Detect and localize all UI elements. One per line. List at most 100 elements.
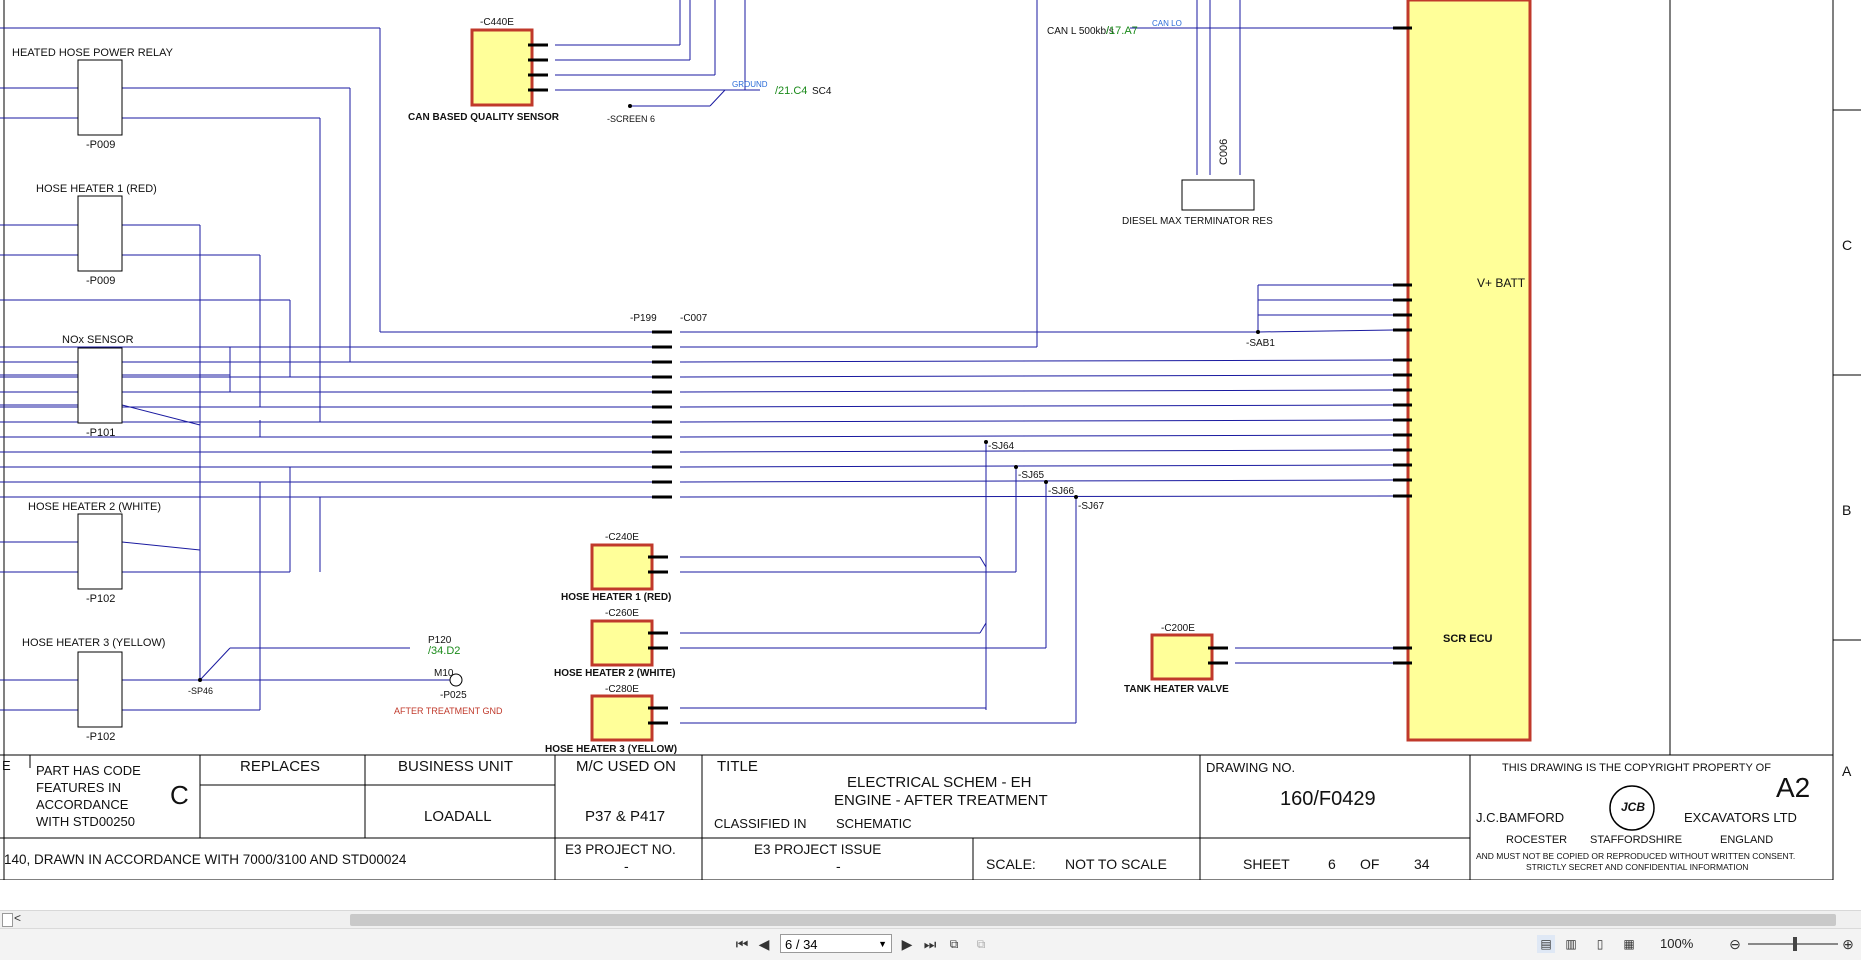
scroll-left-arrow[interactable]: < <box>14 911 21 925</box>
ground-ref-label: /21.C4 <box>775 85 807 97</box>
can-lo-label: CAN LO <box>1152 19 1182 28</box>
tb-company-right: EXCAVATORS LTD <box>1684 810 1797 825</box>
after-treatment-gnd-label: AFTER TREATMENT GND <box>394 706 503 716</box>
c006-label: C006 <box>1218 139 1230 165</box>
last-page-icon[interactable]: ⏭ <box>921 935 939 953</box>
viewer-toolbar: ⏮ ◀ 6 / 34 ▼ ▶ ⏭ ⧉ ⧉ ▤ ▥ ▯ ▦ 100% ⊖ ⊕ <box>0 928 1861 960</box>
ground-label: GROUND <box>732 80 768 89</box>
sab1-label: -SAB1 <box>1246 338 1275 349</box>
zoom-out-icon[interactable]: ⊖ <box>1726 935 1744 953</box>
relay-symbols <box>77 59 123 728</box>
tb-location-3: ENGLAND <box>1720 834 1774 846</box>
tb-scale-value: NOT TO SCALE <box>1065 856 1167 872</box>
tb-classified-label: CLASSIFIED IN <box>714 816 807 831</box>
tb-frag-e: E <box>2 758 11 773</box>
tb-part-code-3: ACCORDANCE <box>36 797 129 812</box>
tb-notice-1: AND MUST NOT BE COPIED OR REPRODUCED WIT… <box>1476 851 1796 861</box>
prev-page-icon[interactable]: ◀ <box>755 935 773 953</box>
screen6-label: -SCREEN 6 <box>607 114 655 124</box>
tb-part-code-4: WITH STD00250 <box>36 814 135 829</box>
can-sensor-block <box>470 28 534 107</box>
tb-e3-project-issue-value: - <box>836 858 841 874</box>
rotate-view-icon[interactable]: ⧉ <box>945 935 963 953</box>
tb-drawing-no-label: DRAWING NO. <box>1206 760 1296 775</box>
tank-heater-valve-label: TANK HEATER VALVE <box>1124 684 1229 695</box>
zoom-in-icon[interactable]: ⊕ <box>1839 935 1857 953</box>
tb-classified-value: SCHEMATIC <box>836 816 912 831</box>
single-page-icon[interactable]: ▤ <box>1537 935 1555 953</box>
bus-connector-pins <box>652 330 672 499</box>
relay-p101-label: -P101 <box>86 427 115 439</box>
tb-mc-used-on-label: M/C USED ON <box>576 758 677 775</box>
sc4-label: SC4 <box>812 86 832 97</box>
sp46-label: -SP46 <box>188 686 213 696</box>
tb-sheet-value: 6 <box>1328 856 1336 872</box>
tb-notice-2: STRICTLY SECRET AND CONFIDENTIAL INFORMA… <box>1526 862 1749 872</box>
tb-location-2: STAFFORDSHIRE <box>1590 834 1683 846</box>
tb-business-unit-value: LOADALL <box>424 808 492 825</box>
diesel-max-label: DIESEL MAX TERMINATOR RES <box>1122 216 1273 227</box>
tb-logo-text: JCB <box>1621 800 1646 814</box>
two-page-icon[interactable]: ▯ <box>1591 935 1609 953</box>
tb-e3-project-no-label: E3 PROJECT NO. <box>565 842 676 857</box>
p120-ref: /34.D2 <box>428 645 460 657</box>
zoom-level[interactable]: 100% <box>1660 936 1693 951</box>
tb-title-line1: ELECTRICAL SCHEM - EH <box>847 774 1032 791</box>
page-dropdown-icon[interactable]: ▼ <box>878 935 887 954</box>
hose-heater-connector-pins <box>648 555 1228 725</box>
tb-mc-value: P37 & P417 <box>585 808 666 825</box>
hh1-red-label: HOSE HEATER 1 (RED) <box>561 592 671 603</box>
junction-dots <box>198 104 1260 682</box>
tb-replaces-label: REPLACES <box>240 758 321 775</box>
c007-label: -C007 <box>680 313 708 324</box>
continuous-icon[interactable]: ▥ <box>1562 935 1580 953</box>
nox-sensor-label: NOx SENSOR <box>62 334 134 346</box>
copy-view-icon[interactable]: ⧉ <box>972 935 990 953</box>
hose-heater-1-red-label: HOSE HEATER 1 (RED) <box>36 183 157 195</box>
tb-location-1: ROCESTER <box>1506 834 1568 846</box>
schematic-drawing: C B A V+ BATT SCR ECU -P199 -C007 -SAB1 … <box>0 0 1861 880</box>
bus-wires <box>0 0 1394 724</box>
tb-part-code-2: FEATURES IN <box>36 780 121 795</box>
schematic-sheet: C B A V+ BATT SCR ECU -P199 -C007 -SAB1 … <box>0 0 1861 880</box>
two-page-continuous-icon[interactable]: ▦ <box>1620 935 1638 953</box>
horizontal-scrollbar[interactable]: < <box>0 910 1861 929</box>
first-page-icon[interactable]: ⏮ <box>733 935 751 953</box>
vplus-batt-label: V+ BATT <box>1477 276 1526 290</box>
hh3-yellow-label: HOSE HEATER 3 (YELLOW) <box>545 744 677 755</box>
relay-p102-a-label: -P102 <box>86 593 115 605</box>
scr-ecu-label: SCR ECU <box>1443 633 1493 645</box>
relay-p102-b-label: -P102 <box>86 731 115 743</box>
tb-business-unit-label: BUSINESS UNIT <box>398 758 514 775</box>
c280e-label: -C280E <box>605 684 639 695</box>
relay-p009-a-label: -P009 <box>86 139 115 151</box>
zoom-slider-knob[interactable] <box>1793 937 1797 951</box>
tb-part-code: PART HAS CODE FEATURES IN ACCORDANCE WIT… <box>36 762 141 830</box>
p025-label: -P025 <box>440 690 467 701</box>
terminator-resistor <box>1181 179 1255 211</box>
tb-sheet-size: A2 <box>1776 772 1811 803</box>
scr-ecu-block <box>1406 0 1532 742</box>
page-indicator-text: 6 / 34 <box>785 937 818 952</box>
tb-e3-project-issue-label: E3 PROJECT ISSUE <box>754 842 882 857</box>
relay-p009-b-label: -P009 <box>86 275 115 287</box>
p199-label: -P199 <box>630 313 657 324</box>
sj66-label: -SJ66 <box>1048 486 1075 497</box>
can-sensor-label: CAN BASED QUALITY SENSOR <box>408 112 560 123</box>
tb-part-code-1: PART HAS CODE <box>36 763 141 778</box>
tb-sheet-label: SHEET <box>1243 856 1290 872</box>
sj64-label: -SJ64 <box>988 441 1015 452</box>
can-l-ref: /17.A7 <box>1106 25 1138 37</box>
page-number-input[interactable]: 6 / 34 ▼ <box>780 934 892 953</box>
hose-heater-2-white-label: HOSE HEATER 2 (WHITE) <box>28 501 161 513</box>
tb-title-label: TITLE <box>717 758 758 775</box>
tb-of-value: 34 <box>1414 856 1430 872</box>
sj65-label: -SJ65 <box>1018 470 1045 481</box>
scrollbar-thumb[interactable] <box>350 914 1836 926</box>
tb-drawing-no-value: 160/F0429 <box>1280 788 1376 810</box>
next-page-icon[interactable]: ▶ <box>898 935 916 953</box>
m10-label: M10 <box>434 668 454 679</box>
hose-heater-connectors <box>590 543 1214 742</box>
c200e-label: -C200E <box>1161 623 1195 634</box>
tb-e3-project-no-value: - <box>624 858 629 874</box>
